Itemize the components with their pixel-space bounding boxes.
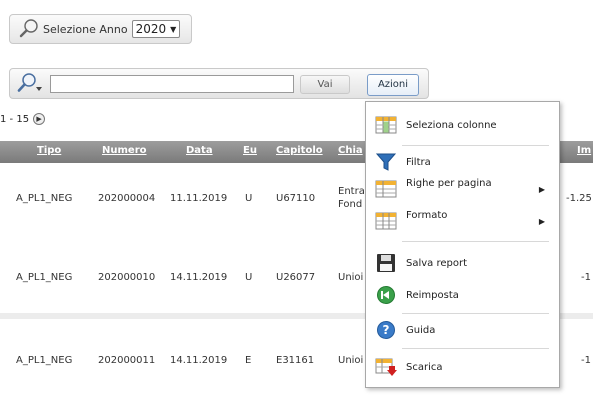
menu-item-label: Scarica: [406, 361, 443, 373]
menu-item-label: Formato: [406, 210, 448, 221]
cell-chiave: Unioi: [338, 272, 364, 283]
actions-menu: Seleziona colonne Filtra Righe per pagin…: [365, 101, 560, 388]
format-icon: [375, 212, 397, 230]
search-columns-toggle[interactable]: [15, 72, 45, 96]
cell-eu: E: [245, 355, 252, 366]
cell-numero: 202000011: [98, 355, 156, 366]
menu-item-download[interactable]: Scarica: [366, 354, 559, 380]
search-bar: Vai Azioni: [9, 68, 429, 99]
cell-data: 14.11.2019: [170, 355, 228, 366]
download-icon: [375, 358, 397, 376]
cell-data: 14.11.2019: [170, 272, 228, 283]
year-selector: Selezione Anno 2020 ▼: [9, 14, 192, 44]
menu-item-save-report[interactable]: Salva report: [366, 250, 559, 276]
cell-chiave: Entra: [338, 186, 365, 197]
filter-icon: [375, 153, 397, 171]
menu-divider: [402, 241, 549, 242]
menu-item-label: Righe per pagina: [406, 178, 492, 189]
search-icon: [19, 19, 38, 38]
rows-icon: [375, 180, 397, 198]
chevron-down-icon: ▼: [170, 24, 177, 34]
columns-icon: [375, 116, 397, 134]
cell-tipo: A_PL1_NEG: [16, 355, 73, 366]
cell-eu: U: [245, 193, 253, 204]
pagination-range: 1 - 15: [0, 113, 30, 125]
next-page-icon[interactable]: ▶: [33, 113, 46, 125]
submenu-arrow-icon: ▶: [538, 184, 545, 194]
menu-item-rows-per-page[interactable]: Righe per pagina ▶: [366, 176, 559, 202]
header-importo[interactable]: Im: [577, 145, 591, 156]
menu-item-help[interactable]: ? Guida: [366, 317, 559, 343]
search-input[interactable]: [50, 75, 294, 93]
header-numero[interactable]: Numero: [102, 145, 147, 156]
menu-item-format[interactable]: Formato ▶: [366, 208, 559, 234]
year-selector-label: Selezione Anno: [43, 22, 128, 36]
svg-text:?: ?: [383, 323, 390, 337]
cell-numero: 202000004: [98, 193, 156, 204]
header-chiave[interactable]: Chia: [338, 145, 363, 156]
menu-divider: [402, 348, 549, 349]
menu-item-select-columns[interactable]: Seleziona colonne: [366, 112, 559, 138]
actions-button[interactable]: Azioni: [367, 74, 419, 96]
cell-data: 11.11.2019: [170, 193, 228, 204]
menu-item-label: Seleziona colonne: [406, 119, 497, 131]
cell-importo: -1.25: [566, 193, 592, 204]
menu-item-label: Filtra: [406, 156, 431, 168]
cell-eu: U: [245, 272, 253, 283]
search-icon: [17, 73, 42, 92]
cell-capitolo: U26077: [276, 272, 316, 283]
go-button[interactable]: Vai: [300, 75, 350, 94]
save-icon: [377, 254, 395, 272]
cell-importo: -1: [581, 272, 591, 283]
menu-item-label: Salva report: [406, 257, 468, 269]
menu-item-filter[interactable]: Filtra: [366, 149, 559, 175]
year-select[interactable]: 2020 ▼: [131, 20, 181, 38]
cell-capitolo: U67110: [276, 193, 316, 204]
cell-tipo: A_PL1_NEG: [16, 272, 73, 283]
cell-importo: -1: [581, 355, 591, 366]
cell-capitolo: E31161: [276, 355, 315, 366]
cell-chiave-line2: Fond: [338, 199, 363, 210]
header-capitolo[interactable]: Capitolo: [276, 145, 323, 156]
help-icon: ?: [377, 321, 395, 339]
menu-divider: [402, 313, 549, 314]
submenu-arrow-icon: ▶: [538, 216, 545, 226]
menu-item-reset[interactable]: Reimposta: [366, 282, 559, 308]
menu-divider: [402, 145, 549, 146]
year-select-value: 2020: [135, 22, 167, 36]
menu-item-label: Reimposta: [406, 289, 459, 301]
header-tipo[interactable]: Tipo: [37, 145, 61, 156]
cell-chiave: Unioi: [338, 355, 364, 366]
header-data[interactable]: Data: [186, 145, 213, 156]
cell-tipo: A_PL1_NEG: [16, 193, 73, 204]
reset-icon: [377, 286, 395, 304]
header-eu[interactable]: Eu: [243, 145, 257, 156]
menu-item-label: Guida: [406, 324, 436, 336]
pagination: 1 - 15 ▶: [0, 113, 46, 125]
cell-numero: 202000010: [98, 272, 156, 283]
